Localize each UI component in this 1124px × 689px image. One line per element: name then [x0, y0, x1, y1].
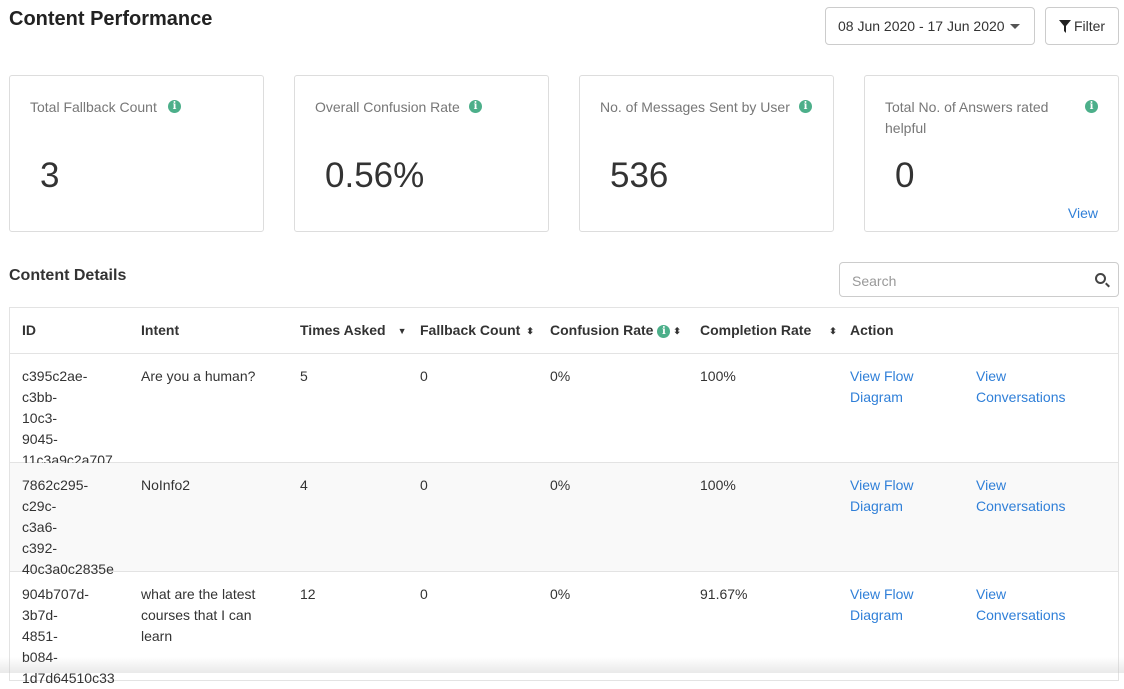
- scroll-shadow: [0, 657, 1124, 673]
- col-confusion-rate[interactable]: Confusion Rate i ⬍: [550, 322, 681, 338]
- content-table: ID Intent Times Asked ▼ Fallback Count ⬍ C…: [9, 307, 1119, 686]
- date-range-picker[interactable]: 08 Jun 2020 - 17 Jun 2020: [825, 7, 1035, 45]
- col-times-asked[interactable]: Times Asked ▼: [300, 322, 407, 338]
- info-icon[interactable]: i: [657, 324, 671, 338]
- card-answers-helpful: Total No. of Answers rated helpful i 0 View: [864, 75, 1119, 232]
- card-label: Total Fallback Count: [30, 99, 157, 115]
- sort-desc-icon[interactable]: ▼: [398, 326, 407, 336]
- cell-times-asked: 4: [300, 477, 308, 493]
- cell-confusion: 0%: [550, 586, 571, 602]
- table-header: ID Intent Times Asked ▼ Fallback Count ⬍ C…: [10, 308, 1118, 354]
- card-label: Total No. of Answers rated helpful: [885, 99, 1049, 136]
- filter-icon: [1058, 19, 1071, 33]
- cell-intent: NoInfo2: [141, 477, 191, 493]
- card-value: 0: [895, 156, 915, 195]
- filter-label: Filter: [1073, 18, 1106, 34]
- cell-id: c395c2ae-c3bb- 10c3- 9045- 11c3a9c2a707: [22, 368, 113, 468]
- card-label: No. of Messages Sent by User: [600, 99, 790, 115]
- view-conversations-link[interactable]: View Conversations: [976, 584, 1076, 626]
- sort-icon[interactable]: ⬍: [673, 326, 681, 337]
- filter-button[interactable]: Filter: [1045, 7, 1119, 45]
- info-icon[interactable]: i: [1085, 100, 1098, 113]
- page-title: Content Performance: [9, 8, 213, 30]
- col-completion-rate[interactable]: Completion Rate ⬍: [700, 322, 837, 338]
- search-icon[interactable]: [1095, 273, 1106, 284]
- cell-fallback: 0: [420, 586, 428, 602]
- cell-confusion: 0%: [550, 477, 571, 493]
- sort-icon[interactable]: ⬍: [526, 326, 534, 337]
- card-fallback-count: Total Fallback Count i 3: [9, 75, 264, 232]
- card-value: 536: [610, 156, 669, 195]
- cell-confusion: 0%: [550, 368, 571, 384]
- card-messages-sent: No. of Messages Sent by User i 536: [579, 75, 834, 232]
- cell-completion: 100%: [700, 477, 736, 493]
- cell-completion: 100%: [700, 368, 736, 384]
- date-range-value: 08 Jun 2020 - 17 Jun 2020: [838, 18, 1005, 34]
- info-icon[interactable]: i: [168, 100, 181, 113]
- cell-completion: 91.67%: [700, 586, 748, 602]
- cell-fallback: 0: [420, 477, 428, 493]
- card-confusion-rate: Overall Confusion Rate i 0.56%: [294, 75, 549, 232]
- col-action: Action: [850, 322, 894, 338]
- cell-times-asked: 5: [300, 368, 308, 384]
- sort-icon[interactable]: ⬍: [829, 326, 837, 337]
- card-value: 3: [40, 156, 60, 195]
- search-placeholder: Search: [852, 273, 897, 289]
- col-intent: Intent: [141, 322, 180, 338]
- col-id: ID: [22, 322, 36, 338]
- view-flow-diagram-link[interactable]: View Flow Diagram: [850, 366, 940, 408]
- col-fallback-count[interactable]: Fallback Count ⬍: [420, 322, 534, 338]
- section-title: Content Details: [9, 267, 127, 284]
- cell-fallback: 0: [420, 368, 428, 384]
- search-input[interactable]: Search: [839, 262, 1119, 297]
- info-icon[interactable]: i: [799, 100, 812, 113]
- caret-down-icon: [1010, 24, 1020, 29]
- view-link[interactable]: View: [1068, 205, 1098, 221]
- table-row: 7862c295- c29c-c3a6- c392- 40c3a0c2835e NoIn…: [10, 463, 1118, 577]
- cell-id: 904b707d-3b7d-4851-b084-1d7d64510c33: [22, 586, 115, 686]
- info-icon[interactable]: i: [469, 100, 482, 113]
- cell-intent: Are you a human?: [141, 368, 256, 384]
- view-flow-diagram-link[interactable]: View Flow Diagram: [850, 584, 940, 626]
- cell-id: 7862c295- c29c-c3a6- c392- 40c3a0c2835e: [22, 477, 114, 577]
- cell-intent: what are the latest courses that I can l…: [141, 586, 256, 644]
- table-row: c395c2ae-c3bb- 10c3- 9045- 11c3a9c2a707 Are …: [10, 354, 1118, 468]
- view-conversations-link[interactable]: View Conversations: [976, 366, 1076, 408]
- view-conversations-link[interactable]: View Conversations: [976, 475, 1076, 517]
- view-flow-diagram-link[interactable]: View Flow Diagram: [850, 475, 940, 517]
- cell-times-asked: 12: [300, 586, 316, 602]
- card-value: 0.56%: [325, 156, 425, 195]
